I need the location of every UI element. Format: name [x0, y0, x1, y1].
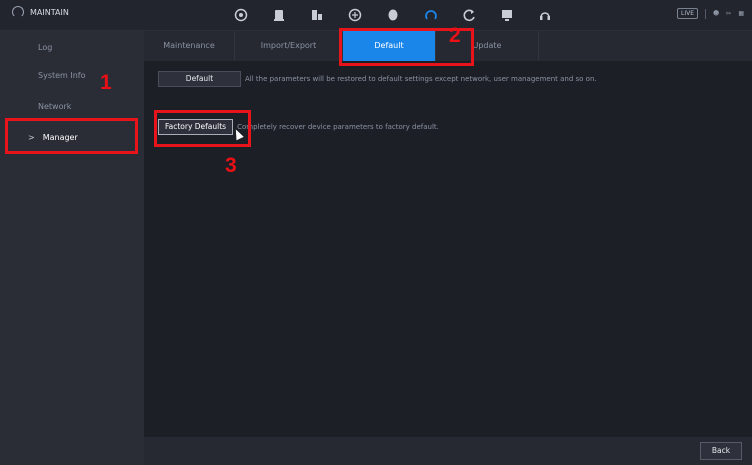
sidebar-item-manager[interactable]: > Manager [0, 124, 144, 152]
tab-label: Default [374, 41, 404, 50]
sidebar-item-label: Manager [42, 133, 78, 142]
chevron-right-icon: > [28, 133, 35, 142]
tab-label: Import/Export [260, 41, 317, 50]
camera-icon[interactable] [222, 6, 260, 24]
tab-label: Update [472, 41, 502, 50]
tab-import-export[interactable]: Import/Export [235, 31, 343, 61]
sidebar-item-label: System Info [38, 71, 86, 80]
main-menu-icons [222, 6, 564, 24]
main-panel: Maintenance Import/Export Default Update… [144, 31, 752, 465]
back-button[interactable]: Back [700, 442, 742, 460]
live-button[interactable]: LIVE [677, 8, 699, 19]
app-title: MAINTAIN [30, 7, 69, 17]
sidebar-item-label: Network [38, 102, 72, 111]
logout-icon[interactable]: ⇰ [726, 10, 731, 17]
top-right-controls: LIVE ☻ ⇰ ▦ [677, 8, 744, 19]
brand[interactable]: MAINTAIN [12, 6, 69, 18]
record-icon[interactable] [260, 6, 298, 24]
tab-default[interactable]: Default [343, 31, 436, 61]
network-icon[interactable] [336, 6, 374, 24]
event-icon[interactable] [298, 6, 336, 24]
tab-bar: Maintenance Import/Export Default Update [144, 31, 752, 61]
grid-icon[interactable]: ▦ [738, 10, 744, 17]
sidebar-item-log[interactable]: Log [0, 34, 144, 62]
sidebar-item-label: Log [38, 43, 53, 52]
tab-label: Maintenance [163, 41, 215, 50]
step-number-1: 1 [100, 71, 112, 94]
storage-icon[interactable] [374, 6, 412, 24]
footer: Back [144, 437, 752, 465]
refresh-icon[interactable] [450, 6, 488, 24]
factory-row: Factory Defaults Completely recover devi… [158, 119, 439, 135]
factory-description: Completely recover device parameters to … [237, 123, 439, 131]
maintain-icon [12, 6, 24, 18]
divider [705, 8, 707, 19]
tab-maintenance[interactable]: Maintenance [144, 31, 235, 61]
top-bar: MAINTAIN LIVE ☻ ⇰ ▦ [0, 0, 752, 31]
user-icon[interactable]: ☻ [713, 10, 719, 17]
sidebar: Log System Info Network > Manager [0, 31, 144, 465]
sidebar-item-system-info[interactable]: System Info [0, 62, 144, 90]
display-icon[interactable] [488, 6, 526, 24]
default-button[interactable]: Default [158, 71, 241, 87]
maintain-icon[interactable] [412, 6, 450, 24]
default-description: All the parameters will be restored to d… [245, 75, 597, 83]
default-row: Default All the parameters will be resto… [158, 71, 597, 87]
step-number-2: 2 [449, 24, 461, 47]
factory-defaults-button[interactable]: Factory Defaults [158, 119, 234, 135]
step-number-3: 3 [225, 154, 237, 177]
headset-icon[interactable] [526, 6, 564, 24]
sidebar-item-network[interactable]: Network [0, 93, 144, 121]
